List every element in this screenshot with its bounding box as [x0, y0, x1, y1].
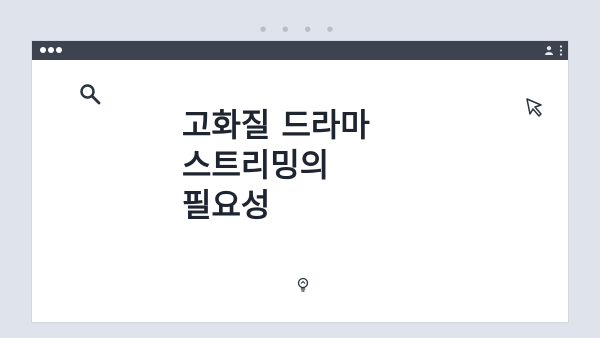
profile-icon[interactable] — [544, 45, 554, 55]
lightbulb-icon — [297, 277, 309, 292]
browser-window: 고화질 드라마 스트리밍의 필요성 — [31, 40, 569, 323]
window-top-dots: ● ● ● ● — [259, 25, 341, 33]
menu-icon[interactable] — [559, 45, 563, 56]
window-minimize-dot[interactable] — [48, 47, 54, 53]
page-title: 고화질 드라마 스트리밍의 필요성 — [182, 105, 442, 225]
title-line-1: 고화질 드라마 — [182, 106, 370, 144]
cursor-icon — [526, 98, 542, 117]
title-line-2: 스트리밍의 — [182, 146, 330, 184]
title-line-3: 필요성 — [182, 186, 271, 224]
window-close-dot[interactable] — [40, 47, 46, 53]
search-icon[interactable] — [79, 83, 101, 105]
browser-titlebar — [32, 41, 568, 60]
window-maximize-dot[interactable] — [56, 47, 62, 53]
